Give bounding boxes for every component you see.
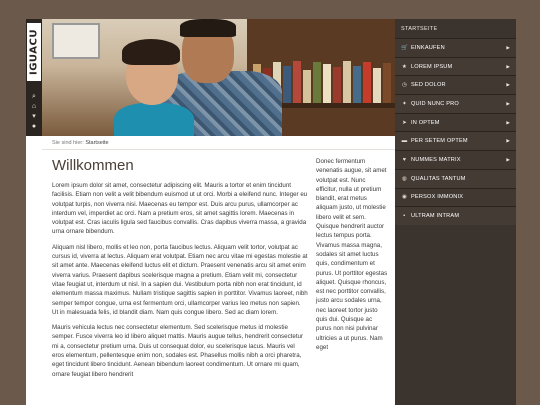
search-icon[interactable]: ⌕ xyxy=(30,93,38,101)
coin-icon: ◉ xyxy=(402,194,407,201)
body-paragraph: Mauris vehicula lectus nec consectetur e… xyxy=(52,324,304,378)
star-icon: ★ xyxy=(401,63,408,70)
menu-item-quid-nunc-pro[interactable]: ✦ QUID NUNC PRO ▶ xyxy=(395,94,516,113)
menu-item-label: SED DOLOR xyxy=(411,82,446,89)
main-content: Willkommen Lorem ipsum dolor sit amet, c… xyxy=(52,155,308,385)
menu-item-persox-immonix[interactable]: ◉ PERSOX IMMONIX xyxy=(395,187,516,207)
adult-hair xyxy=(180,19,236,37)
chevron-right-icon: ▶ xyxy=(506,138,510,144)
breadcrumb-current[interactable]: Startseite xyxy=(85,140,108,146)
menu-title[interactable]: STARTSEITE xyxy=(395,19,516,38)
clock-icon: ◷ xyxy=(402,82,407,89)
menu-item-label: PERSOX IMMONIX xyxy=(411,194,464,201)
chevron-right-icon: ▶ xyxy=(506,63,510,69)
page-frame: IGUACU ⌕ ⌂ ▾ ● Sie sind hier: Startseite… xyxy=(26,19,516,405)
body-paragraph: Aliquam nisl libero, mollis et leo non, … xyxy=(52,243,308,316)
side-column-text: Donec fermentum venenatis augue, sit ame… xyxy=(316,158,388,351)
hero-image xyxy=(42,19,395,136)
menu-item-label: NUMMES MATRIX xyxy=(411,156,461,163)
folder-icon: ▬ xyxy=(401,138,408,145)
heart-icon: ♥ xyxy=(402,156,407,163)
menu-item-label: ULTRAM INTRAM xyxy=(411,213,460,220)
breadcrumb: Sie sind hier: Startseite xyxy=(42,136,395,150)
chevron-right-icon: ▶ xyxy=(506,100,510,106)
chevron-right-icon: ▶ xyxy=(506,44,510,50)
page-title: Willkommen xyxy=(52,157,134,174)
site-logo[interactable]: IGUACU xyxy=(27,23,41,81)
home-icon[interactable]: ⌂ xyxy=(30,103,38,111)
menu-item-einkaufen[interactable]: 🛒 EINKAUFEN ▶ xyxy=(395,38,516,57)
chevron-right-icon: ▶ xyxy=(506,156,510,162)
user-icon[interactable]: ● xyxy=(30,123,38,131)
menu-item-label: PER SETEM OPTEM xyxy=(411,138,468,145)
cart-icon[interactable]: ▾ xyxy=(30,113,38,121)
child-hair xyxy=(122,39,180,65)
compass-icon: ✦ xyxy=(402,100,407,107)
menu-item-label: EINKAUFEN xyxy=(411,44,445,51)
menu-item-label: LOREM IPSUM xyxy=(411,63,453,70)
user-icon: ▪ xyxy=(403,213,406,220)
menu-item-ultram-intram[interactable]: ▪ ULTRAM INTRAM xyxy=(395,206,516,225)
left-toolbar: IGUACU ⌕ ⌂ ▾ ● xyxy=(26,19,42,136)
menu-item-nummes-matrix[interactable]: ♥ NUMMES MATRIX ▶ xyxy=(395,150,516,169)
chevron-right-icon: ▶ xyxy=(506,82,510,88)
menu-item-label: QUALITAS TANTUM xyxy=(411,175,466,182)
globe-icon: ◍ xyxy=(402,175,407,182)
child-figure xyxy=(114,103,194,136)
menu-item-label: IN OPTEM xyxy=(411,119,440,126)
body-paragraph: Lorem ipsum dolor sit amet, consectetur … xyxy=(52,182,308,236)
menu-item-in-optem[interactable]: ➤ IN OPTEM ▶ xyxy=(395,112,516,132)
menu-item-label: QUID NUNC PRO xyxy=(411,100,459,107)
breadcrumb-prefix: Sie sind hier: xyxy=(52,140,84,146)
menu-item-sed-dolor[interactable]: ◷ SED DOLOR ▶ xyxy=(395,75,516,95)
menu-item-per-setem-optem[interactable]: ▬ PER SETEM OPTEM ▶ xyxy=(395,131,516,151)
menu-item-lorem-ipsum[interactable]: ★ LOREM IPSUM ▶ xyxy=(395,56,516,76)
monitor-shape xyxy=(52,23,100,59)
menu-item-qualitas-tantum[interactable]: ◍ QUALITAS TANTUM xyxy=(395,168,516,188)
chevron-right-icon: ▶ xyxy=(506,119,510,125)
location-icon: ➤ xyxy=(402,119,407,126)
cart-icon: 🛒 xyxy=(401,44,409,51)
menu-list: 🛒 EINKAUFEN ▶ ★ LOREM IPSUM ▶ ◷ SED DOLOR ▶ ✦ QUID… xyxy=(395,38,516,225)
navigation-menu: STARTSEITE 🛒 EINKAUFEN ▶ ★ LOREM IPSUM ▶ ◷ SED … xyxy=(395,19,516,405)
